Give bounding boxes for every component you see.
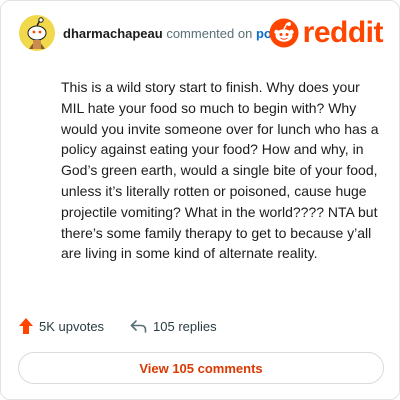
upvote-arrow-icon [19, 318, 33, 334]
view-comments-button[interactable]: View 105 comments [18, 352, 384, 384]
upvote-count: 5K upvotes [39, 318, 105, 334]
reddit-logo-icon [269, 18, 299, 48]
reply-count: 105 replies [153, 318, 217, 334]
snoo-avatar-icon [27, 17, 47, 49]
reddit-wordmark: reddit [302, 16, 384, 49]
reply-arrow-icon [130, 320, 147, 333]
upvote-button[interactable]: 5K upvotes [19, 318, 104, 334]
commented-on-text: commented on [166, 26, 253, 41]
reddit-brand[interactable]: reddit [269, 16, 384, 49]
username-link[interactable]: dharmachapeau [63, 26, 163, 41]
comment-actions: 5K upvotes 105 replies [19, 318, 217, 334]
avatar[interactable] [19, 15, 55, 51]
comment-card: dharmachapeau commented on post reddit T… [0, 0, 400, 400]
comment-header: dharmachapeau commented on post reddit [19, 15, 384, 55]
comment-body: This is a wild story start to finish. Wh… [61, 79, 379, 262]
replies-button[interactable]: 105 replies [130, 319, 217, 334]
byline: dharmachapeau commented on post [63, 26, 283, 41]
